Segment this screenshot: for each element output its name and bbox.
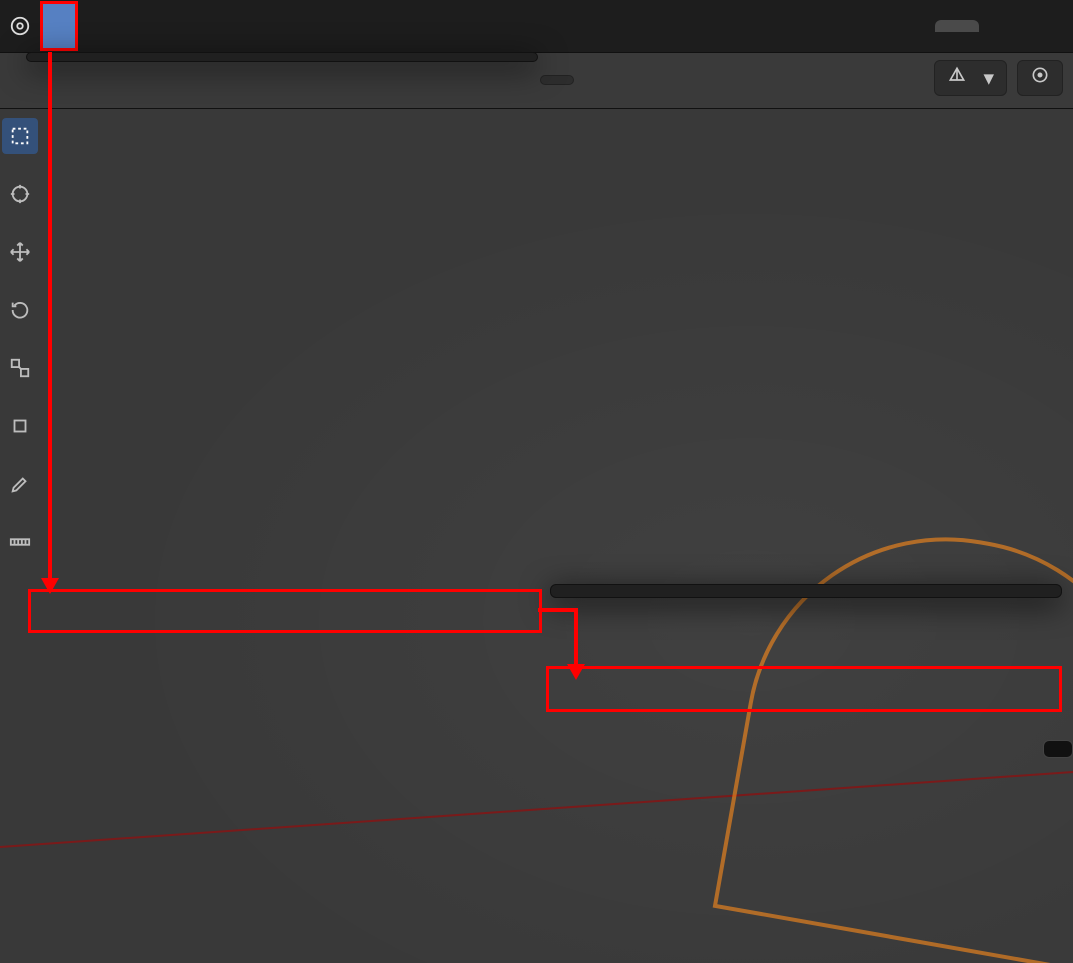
orientation-dropdown[interactable]: ▾ [934, 60, 1007, 96]
tool-move[interactable] [2, 234, 38, 270]
tool-rotate[interactable] [2, 292, 38, 328]
tool-annotate[interactable] [2, 466, 38, 502]
tab-uv[interactable] [1023, 20, 1067, 32]
tab-layout[interactable] [891, 20, 935, 32]
tooltip [1043, 740, 1073, 758]
file-menu-dropdown [26, 52, 538, 62]
tab-modeling[interactable] [935, 20, 979, 32]
tool-select-box[interactable] [2, 118, 38, 154]
tab-sculpting[interactable] [979, 20, 1023, 32]
menu-render[interactable] [110, 4, 142, 48]
tool-scale[interactable] [2, 350, 38, 386]
tool-measure[interactable] [2, 524, 38, 560]
menu-window[interactable] [142, 4, 174, 48]
object-interaction-mode[interactable] [540, 75, 574, 85]
tool-transform[interactable] [2, 408, 38, 444]
export-submenu [550, 584, 1062, 598]
orientation-icon [947, 65, 967, 91]
menu-help[interactable] [174, 4, 206, 48]
viewport-3d[interactable] [0, 108, 1073, 963]
tool-cursor[interactable] [2, 176, 38, 212]
menu-file[interactable] [40, 1, 78, 51]
tool-shelf [0, 108, 42, 560]
menu-edit[interactable] [78, 4, 110, 48]
pivot-dropdown[interactable] [1017, 60, 1063, 96]
blender-logo-icon [6, 12, 34, 40]
pivot-icon [1030, 65, 1050, 91]
workspace-tabs [891, 6, 1067, 46]
chevron-down-icon: ▾ [983, 66, 994, 91]
